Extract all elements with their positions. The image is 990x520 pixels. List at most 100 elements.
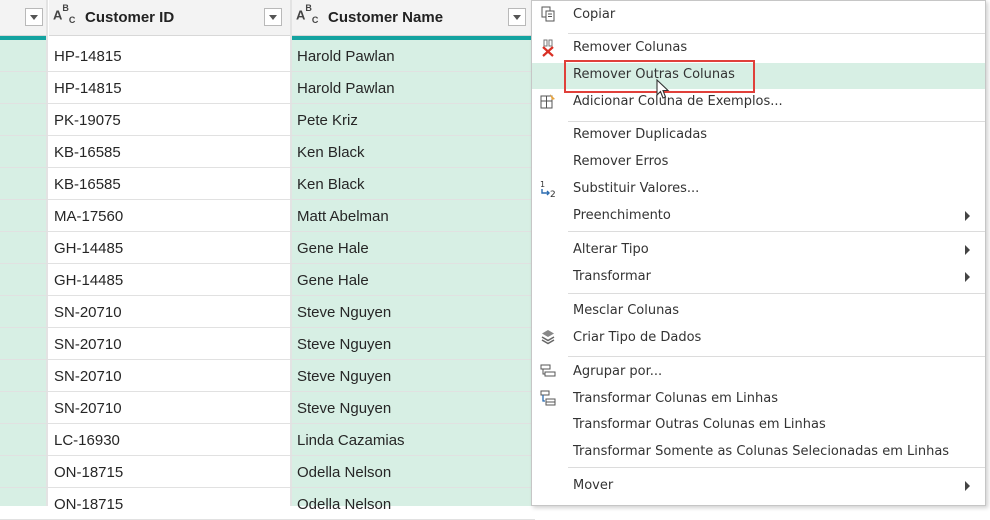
menu-item-mover[interactable]: Mover — [532, 474, 985, 500]
customer-name-cell[interactable]: Linda Cazamias — [297, 431, 405, 451]
text-type-icon[interactable]: ABC — [296, 3, 318, 25]
row-divider — [0, 359, 535, 360]
menu-item-criar-tipo-de-dados[interactable]: Criar Tipo de Dados — [532, 326, 985, 352]
customer-id-cell[interactable]: HP-14815 — [54, 47, 122, 67]
row-divider — [0, 167, 535, 168]
customer-name-cell[interactable]: Pete Kriz — [297, 111, 358, 131]
customer-id-cell[interactable]: ON-18715 — [54, 463, 123, 483]
row-divider — [0, 71, 535, 72]
data-type-icon — [538, 329, 558, 349]
menu-item-label: Remover Duplicadas — [573, 127, 708, 142]
row-divider — [0, 135, 535, 136]
customer-id-cell[interactable]: MA-17560 — [54, 207, 123, 227]
menu-item-label: Criar Tipo de Dados — [573, 330, 702, 345]
customer-name-cell[interactable]: Odella Nelson — [297, 463, 391, 483]
column-from-examples-icon — [538, 93, 558, 113]
column-header-label: Customer Name — [328, 9, 444, 26]
menu-item-adicionar-coluna-de-exemplos[interactable]: Adicionar Coluna de Exemplos... — [532, 90, 985, 116]
customer-id-cell[interactable]: KB-16585 — [54, 175, 121, 195]
menu-item-transformar-somente-as-colunas-selecionadas-em-linhas[interactable]: Transformar Somente as Colunas Seleciona… — [532, 440, 985, 466]
menu-item-transformar-colunas-em-linhas[interactable]: Transformar Colunas em Linhas — [532, 387, 985, 413]
customer-name-cell[interactable]: Matt Abelman — [297, 207, 389, 227]
group-by-icon — [538, 363, 558, 383]
menu-item-mesclar-colunas[interactable]: Mesclar Colunas — [532, 299, 985, 325]
menu-item-copiar[interactable]: Copiar — [532, 3, 985, 29]
customer-name-cell[interactable]: Steve Nguyen — [297, 335, 391, 355]
customer-id-cell[interactable]: GH-14485 — [54, 271, 123, 291]
customer-id-cell[interactable]: ON-18715 — [54, 495, 123, 515]
customer-name-cell[interactable]: Odella Nelson — [297, 495, 391, 515]
customer-id-cell[interactable]: LC-16930 — [54, 431, 120, 451]
menu-item-label: Transformar — [573, 269, 651, 284]
unpivot-icon — [538, 390, 558, 410]
menu-item-substituir-valores[interactable]: 1 2 Substituir Valores... — [532, 177, 985, 203]
svg-text:2: 2 — [550, 190, 556, 198]
row-divider — [0, 295, 535, 296]
customer-name-cell[interactable]: Harold Pawlan — [297, 79, 395, 99]
remove-columns-icon — [538, 39, 558, 59]
menu-separator — [568, 231, 985, 232]
row-divider — [0, 231, 535, 232]
column-header-customer-name[interactable]: ABC Customer Name — [292, 0, 535, 36]
filter-dropdown-icon[interactable] — [25, 8, 43, 26]
menu-item-remover-erros[interactable]: Remover Erros — [532, 150, 985, 176]
customer-id-cell[interactable]: SN-20710 — [54, 367, 122, 387]
customer-name-cell[interactable]: Harold Pawlan — [297, 47, 395, 67]
selected-column-cells[interactable] — [0, 40, 46, 506]
copy-icon — [538, 6, 558, 26]
customer-name-cell[interactable]: Steve Nguyen — [297, 303, 391, 323]
customer-name-cell[interactable]: Ken Black — [297, 143, 365, 163]
submenu-arrow-icon — [965, 245, 970, 255]
menu-item-label: Remover Erros — [573, 154, 669, 169]
menu-item-remover-duplicadas[interactable]: Remover Duplicadas — [532, 123, 985, 149]
column-header-previous[interactable] — [0, 0, 46, 36]
customer-name-cell[interactable]: Steve Nguyen — [297, 367, 391, 387]
menu-item-alterar-tipo[interactable]: Alterar Tipo — [532, 238, 985, 264]
row-divider — [0, 455, 535, 456]
column-divider — [46, 0, 48, 506]
row-divider — [0, 263, 535, 264]
menu-separator — [568, 467, 985, 468]
context-menu: Copiar Remover Colunas Remover Outras Colu… — [531, 0, 986, 506]
menu-item-preenchimento[interactable]: Preenchimento — [532, 204, 985, 230]
menu-item-label: Mover — [573, 478, 614, 493]
menu-item-label: Preenchimento — [573, 208, 671, 223]
menu-separator — [568, 293, 985, 294]
customer-id-cell[interactable]: SN-20710 — [54, 399, 122, 419]
submenu-arrow-icon — [965, 211, 970, 221]
customer-id-cell[interactable]: GH-14485 — [54, 239, 123, 259]
column-header-customer-id[interactable]: ABC Customer ID — [49, 0, 290, 36]
menu-separator — [568, 33, 985, 34]
customer-id-cell[interactable]: SN-20710 — [54, 335, 122, 355]
submenu-arrow-icon — [965, 481, 970, 491]
menu-item-label: Copiar — [573, 7, 616, 22]
customer-name-cell[interactable]: Steve Nguyen — [297, 399, 391, 419]
customer-name-cell[interactable]: Gene Hale — [297, 271, 369, 291]
customer-id-cell[interactable]: SN-20710 — [54, 303, 122, 323]
row-divider — [0, 423, 535, 424]
customer-id-cell[interactable]: KB-16585 — [54, 143, 121, 163]
menu-separator — [568, 121, 985, 122]
filter-dropdown-icon[interactable] — [264, 8, 282, 26]
customer-name-cell[interactable]: Gene Hale — [297, 239, 369, 259]
row-divider — [0, 327, 535, 328]
row-divider — [0, 487, 535, 488]
menu-item-label: Transformar Somente as Colunas Seleciona… — [573, 444, 950, 459]
menu-item-label: Substituir Valores... — [573, 181, 700, 196]
customer-id-cell[interactable]: HP-14815 — [54, 79, 122, 99]
menu-separator — [568, 356, 985, 357]
svg-text:1: 1 — [540, 180, 545, 189]
filter-dropdown-icon[interactable] — [508, 8, 526, 26]
column-header-label: Customer ID — [85, 9, 175, 26]
text-type-icon[interactable]: ABC — [53, 3, 75, 25]
menu-item-label: Agrupar por... — [573, 364, 663, 379]
menu-item-agrupar-por[interactable]: Agrupar por... — [532, 360, 985, 386]
replace-values-icon: 12 — [538, 180, 558, 200]
submenu-arrow-icon — [965, 272, 970, 282]
menu-item-remover-colunas[interactable]: Remover Colunas — [532, 36, 985, 62]
menu-item-transformar[interactable]: Transformar — [532, 265, 985, 291]
menu-item-transformar-outras-colunas-em-linhas[interactable]: Transformar Outras Colunas em Linhas — [532, 413, 985, 439]
menu-item-label: Mesclar Colunas — [573, 303, 680, 318]
customer-name-cell[interactable]: Ken Black — [297, 175, 365, 195]
customer-id-cell[interactable]: PK-19075 — [54, 111, 121, 131]
